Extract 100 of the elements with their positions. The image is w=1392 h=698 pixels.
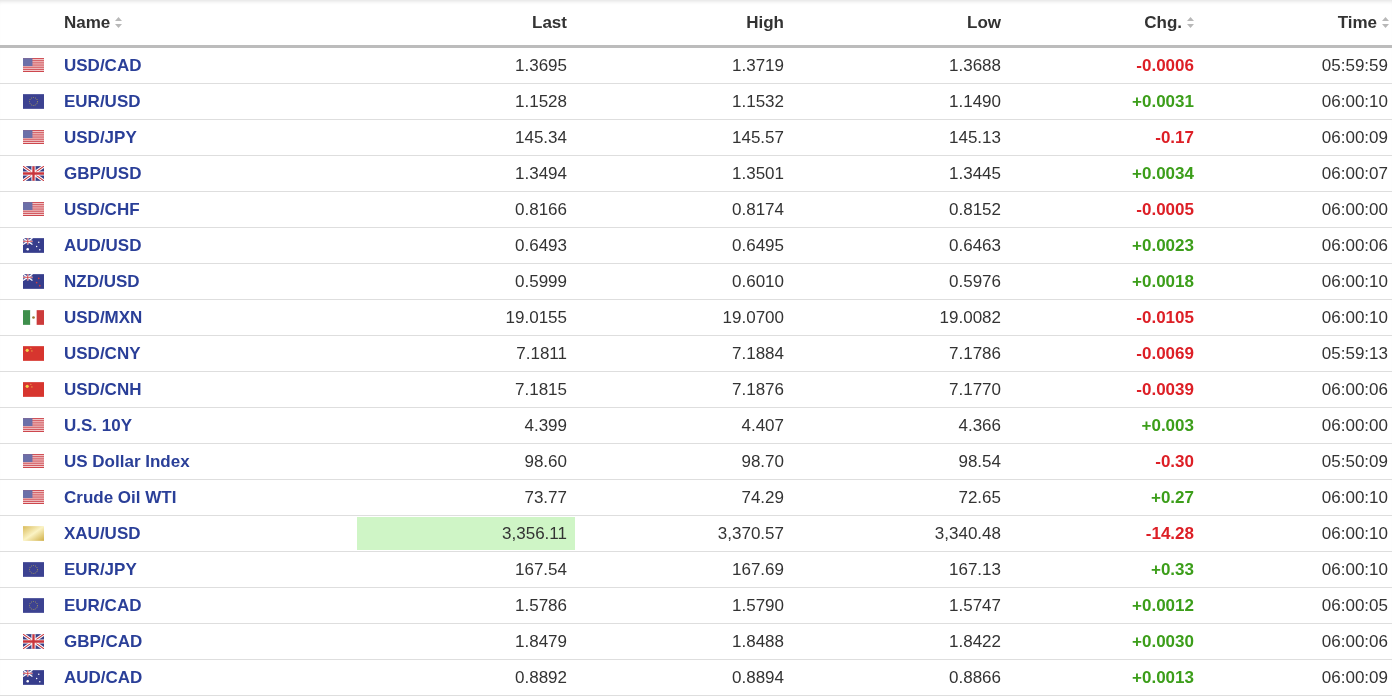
table-cell-text: 7.1811 bbox=[515, 342, 568, 365]
table-cell: 0.5976 bbox=[949, 271, 1001, 292]
table-cell: 06:00:06 bbox=[1321, 631, 1388, 652]
table-cell-text: 0.5999 bbox=[514, 270, 568, 293]
china-flag-icon bbox=[23, 382, 44, 397]
table-cell: 05:59:59 bbox=[1321, 55, 1388, 76]
table-cell: 1.3688 bbox=[949, 55, 1001, 76]
table-cell: 3,370.57 bbox=[717, 523, 784, 544]
table-cell: 05:59:13 bbox=[1321, 343, 1388, 364]
table-cell: 0.6463 bbox=[949, 235, 1001, 256]
new-zealand-flag-icon bbox=[23, 274, 44, 289]
sort-icon[interactable] bbox=[115, 17, 123, 28]
change-value: +0.003 bbox=[1141, 415, 1194, 436]
column-header[interactable]: Time bbox=[1337, 12, 1377, 33]
change-value: +0.33 bbox=[1151, 559, 1194, 580]
uk-flag-icon bbox=[23, 166, 44, 181]
table-cell: 7.1786 bbox=[949, 343, 1001, 364]
instrument-link[interactable]: US Dollar Index bbox=[64, 451, 190, 472]
table-cell: 0.6010 bbox=[732, 271, 784, 292]
table-cell-text: 4.399 bbox=[523, 414, 568, 437]
instrument-link[interactable]: EUR/USD bbox=[64, 91, 141, 112]
us-flag-icon bbox=[23, 490, 44, 505]
instrument-link[interactable]: EUR/CAD bbox=[64, 595, 142, 616]
uk-flag-icon bbox=[23, 634, 44, 649]
column-header: Low bbox=[967, 12, 1001, 33]
change-value: -0.0069 bbox=[1136, 343, 1194, 364]
table-cell-text: 0.8892 bbox=[514, 666, 568, 689]
table-cell: 1.3719 bbox=[732, 55, 784, 76]
instrument-link[interactable]: GBP/USD bbox=[64, 163, 142, 184]
instrument-link[interactable]: XAU/USD bbox=[64, 523, 141, 544]
sort-icon[interactable] bbox=[1187, 17, 1194, 28]
table-cell: 19.0700 bbox=[722, 307, 784, 328]
instrument-link[interactable]: USD/CNH bbox=[64, 379, 142, 400]
column-header[interactable]: Chg. bbox=[1144, 12, 1182, 33]
change-value: +0.0023 bbox=[1132, 235, 1194, 256]
instrument-link[interactable]: USD/CAD bbox=[64, 55, 142, 76]
eu-flag-icon bbox=[23, 562, 44, 577]
column-header: Last bbox=[532, 12, 567, 33]
table-cell-text: 1.8479 bbox=[514, 630, 568, 653]
table-cell: 06:00:07 bbox=[1321, 163, 1388, 184]
table-cell: 05:50:09 bbox=[1321, 451, 1388, 472]
us-flag-icon bbox=[23, 130, 44, 145]
table-cell: 06:00:06 bbox=[1321, 235, 1388, 256]
instrument-link[interactable]: EUR/JPY bbox=[64, 559, 137, 580]
instrument-link[interactable]: U.S. 10Y bbox=[64, 415, 133, 436]
table-cell: 06:00:10 bbox=[1321, 523, 1388, 544]
instrument-link[interactable]: Crude Oil WTI bbox=[64, 487, 177, 508]
instrument-link[interactable]: USD/CHF bbox=[64, 199, 140, 220]
table-cell: 72.65 bbox=[958, 487, 1001, 508]
table-cell: 1.5747 bbox=[949, 595, 1001, 616]
column-header[interactable]: Name bbox=[64, 12, 111, 33]
table-cell: 3,356.11 bbox=[357, 517, 575, 550]
change-value: -0.0006 bbox=[1136, 55, 1194, 76]
us-flag-icon bbox=[23, 202, 44, 217]
table-cell: 145.57 bbox=[732, 127, 784, 148]
table-cell: 0.8894 bbox=[732, 667, 784, 688]
table-cell-text: 7.1815 bbox=[514, 378, 568, 401]
change-value: -0.0005 bbox=[1136, 199, 1194, 220]
us-flag-icon bbox=[23, 58, 44, 73]
change-value: +0.0018 bbox=[1132, 271, 1194, 292]
change-value: +0.0034 bbox=[1132, 163, 1194, 184]
instrument-link[interactable]: NZD/USD bbox=[64, 271, 140, 292]
table-cell-text: 1.3695 bbox=[514, 54, 568, 77]
table-cell: 3,340.48 bbox=[934, 523, 1001, 544]
instrument-link[interactable]: USD/JPY bbox=[64, 127, 137, 148]
us-flag-icon bbox=[23, 418, 44, 433]
table-cell: 06:00:10 bbox=[1321, 307, 1388, 328]
table-cell: 1.8422 bbox=[949, 631, 1001, 652]
table-cell: 7.1876 bbox=[732, 379, 784, 400]
table-cell: 06:00:06 bbox=[1321, 379, 1388, 400]
table-cell: 06:00:10 bbox=[1321, 271, 1388, 292]
table-cell: 7.1884 bbox=[732, 343, 784, 364]
table-cell-text: 167.54 bbox=[514, 558, 568, 581]
column-header: High bbox=[746, 12, 784, 33]
change-value: +0.0030 bbox=[1132, 631, 1194, 652]
instrument-link[interactable]: AUD/CAD bbox=[64, 667, 143, 688]
instrument-link[interactable]: GBP/CAD bbox=[64, 631, 143, 652]
table-cell-text: 1.1528 bbox=[514, 90, 568, 113]
table-cell: 4.407 bbox=[741, 415, 784, 436]
change-value: -14.28 bbox=[1145, 523, 1194, 544]
change-value: -0.17 bbox=[1155, 127, 1194, 148]
table-cell: 06:00:09 bbox=[1321, 667, 1388, 688]
table-cell: 1.3445 bbox=[949, 163, 1001, 184]
table-cell: 06:00:00 bbox=[1321, 199, 1388, 220]
instrument-link[interactable]: USD/CNY bbox=[64, 343, 141, 364]
table-cell: 98.54 bbox=[958, 451, 1001, 472]
australia-flag-icon bbox=[23, 238, 44, 253]
instrument-link[interactable]: USD/MXN bbox=[64, 307, 143, 328]
change-value: -0.30 bbox=[1155, 451, 1194, 472]
australia-flag-icon bbox=[23, 670, 44, 685]
change-value: +0.0013 bbox=[1132, 667, 1194, 688]
china-flag-icon bbox=[23, 346, 44, 361]
sort-icon[interactable] bbox=[1382, 17, 1389, 28]
ingot-icon bbox=[23, 526, 44, 541]
change-value: -0.0105 bbox=[1136, 307, 1194, 328]
instrument-link[interactable]: AUD/USD bbox=[64, 235, 142, 256]
eu-flag-icon bbox=[23, 598, 44, 613]
table-cell: 1.8488 bbox=[732, 631, 784, 652]
table-cell: 06:00:00 bbox=[1321, 415, 1388, 436]
table-cell-text: 98.60 bbox=[523, 450, 568, 473]
